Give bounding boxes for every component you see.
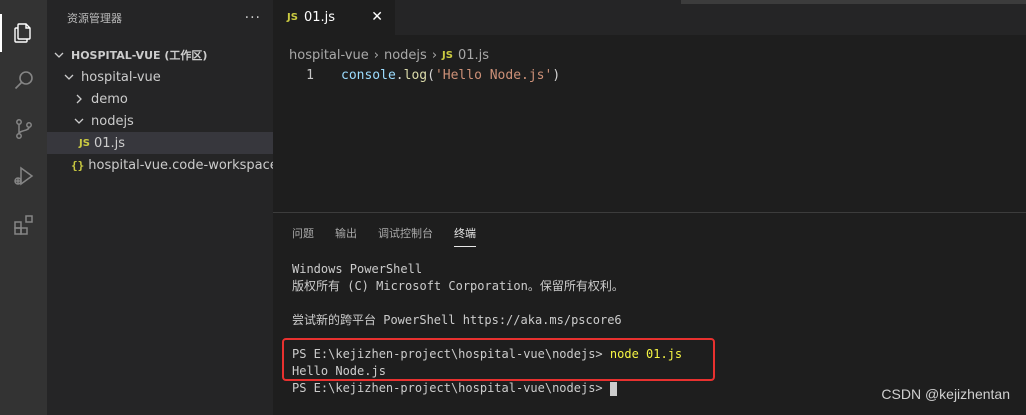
close-icon[interactable]: ✕ (371, 9, 383, 25)
search-icon[interactable] (0, 57, 47, 103)
tree-item-label: 01.js (93, 135, 125, 151)
terminal-line: Windows PowerShell (292, 262, 423, 276)
activity-bar (0, 0, 47, 415)
terminal-cursor (609, 381, 617, 396)
breadcrumb-item[interactable]: nodejs (384, 48, 427, 63)
tree-item-label: demo (91, 91, 128, 107)
chevron-right-icon (71, 91, 87, 107)
tree-item-01-js[interactable]: JS 01.js (47, 132, 305, 154)
bottom-panel: 问题 输出 调试控制台 终端 Windows PowerShell 版权所有 (… (273, 212, 1026, 415)
breadcrumb-item[interactable]: 01.js (458, 48, 489, 63)
terminal-line: 尝试新的跨平台 PowerShell https://aka.ms/pscore… (292, 313, 622, 327)
tab-debug-console[interactable]: 调试控制台 (378, 227, 433, 247)
code-token-paren-close: ) (552, 68, 561, 83)
tab-terminal[interactable]: 终端 (454, 227, 476, 247)
explorer-icon[interactable] (0, 10, 47, 56)
line-number: 1 (306, 68, 314, 83)
tab-output[interactable]: 输出 (335, 227, 357, 247)
chevron-down-icon (51, 47, 67, 63)
tree-item-label: hospital-vue (81, 69, 161, 85)
code-line[interactable]: 1 console.log('Hello Node.js') (273, 66, 1026, 85)
terminal-prompt: PS E:\kejizhen-project\hospital-vue\node… (292, 381, 610, 395)
tree-item-workspace-root[interactable]: HOSPITAL-VUE (工作区) (47, 44, 277, 66)
highlight-annotation-box (282, 338, 715, 381)
breadcrumb-item[interactable]: hospital-vue (289, 48, 369, 63)
tab-label: 01.js (303, 10, 335, 25)
source-control-icon[interactable] (0, 106, 47, 152)
more-actions-icon[interactable]: ··· (245, 10, 261, 26)
panel-tabs: 问题 输出 调试控制台 终端 (292, 227, 497, 247)
tab-strip: JS 01.js ✕ (273, 0, 1026, 35)
scrollbar[interactable] (681, 0, 1026, 4)
js-file-icon: JS (442, 49, 453, 61)
tab-01-js[interactable]: JS 01.js ✕ (273, 0, 395, 35)
js-file-icon: JS (79, 137, 90, 149)
tree-item-nodejs[interactable]: nodejs (47, 110, 297, 132)
chevron-right-icon: › (431, 47, 438, 63)
json-file-icon: {} (71, 158, 85, 172)
tab-problems[interactable]: 问题 (292, 227, 314, 247)
tree-item-label: nodejs (91, 113, 134, 129)
explorer-header: 资源管理器 ··· (47, 0, 273, 35)
tree-item-hospital-vue[interactable]: hospital-vue (47, 66, 287, 88)
chevron-right-icon: › (373, 47, 379, 63)
code-token-string: 'Hello Node.js' (434, 68, 553, 83)
tree-item-label: HOSPITAL-VUE (工作区) (71, 49, 208, 62)
extensions-icon[interactable] (0, 202, 47, 248)
tree-item-demo[interactable]: demo (47, 88, 297, 110)
code-token-identifier: console (341, 68, 396, 83)
tree-item-label: hospital-vue.code-workspace (88, 157, 278, 173)
code-text[interactable]: console.log('Hello Node.js') (341, 68, 560, 83)
watermark: CSDN @kejizhentan (881, 386, 1010, 402)
code-token-paren-open: ( (427, 68, 435, 83)
explorer-sidebar: 资源管理器 ··· HOSPITAL-VUE (工作区) hospital-vu… (47, 0, 305, 415)
breadcrumb: hospital-vue › nodejs › JS 01.js (289, 46, 489, 64)
js-file-icon: JS (287, 12, 298, 23)
terminal-line: 版权所有 (C) Microsoft Corporation。保留所有权利。 (292, 279, 624, 293)
code-token-dot: . (395, 68, 404, 83)
run-debug-icon[interactable] (0, 153, 47, 199)
explorer-title: 资源管理器 (67, 11, 122, 25)
tree-item-workspace-file[interactable]: {} hospital-vue.code-workspace (47, 154, 297, 176)
chevron-down-icon (71, 113, 87, 129)
chevron-down-icon (61, 69, 77, 85)
code-token-function: log (403, 68, 428, 83)
